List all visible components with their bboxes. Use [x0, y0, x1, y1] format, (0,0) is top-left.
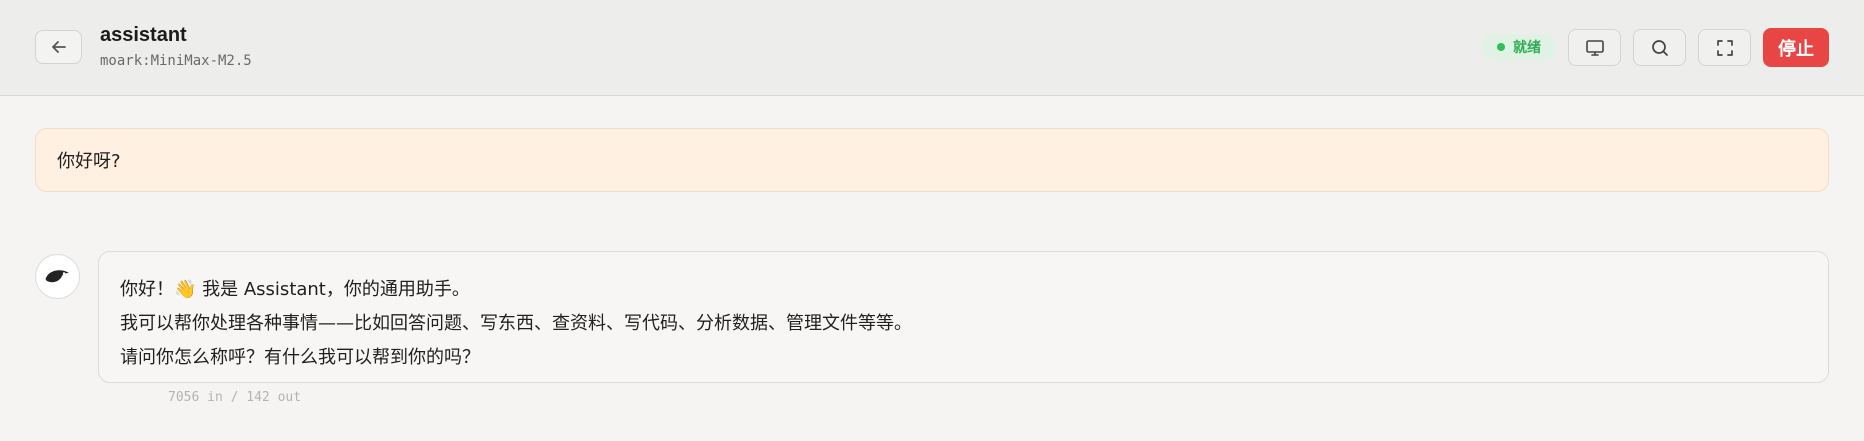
agent-title: assistant: [100, 24, 187, 46]
status-badge: 就绪: [1482, 34, 1556, 60]
status-label: 就绪: [1513, 40, 1541, 56]
search-icon: [1651, 39, 1668, 56]
token-usage: 7056 in / 142 out: [168, 390, 302, 405]
assistant-line-1: 你好！👋 我是 Assistant，你的通用助手。: [120, 273, 1807, 307]
assistant-avatar: [35, 254, 80, 299]
bird-logo-icon: [45, 269, 69, 282]
screen-button[interactable]: [1568, 29, 1621, 66]
waving-hand-icon: 👋: [174, 279, 197, 300]
model-name: moark:MiniMax-M2.5: [100, 53, 252, 69]
search-button[interactable]: [1633, 29, 1686, 66]
assistant-message: 你好！👋 我是 Assistant，你的通用助手。 我可以帮你处理各种事情——比…: [98, 251, 1829, 383]
assistant-line-3: 请问你怎么称呼？有什么我可以帮到你的吗？: [120, 347, 480, 368]
monitor-icon: [1585, 39, 1604, 56]
assistant-line-2: 我可以帮你处理各种事情——比如回答问题、写东西、查资料、写代码、分析数据、管理文…: [120, 313, 912, 334]
user-message-text: 你好呀?: [57, 151, 121, 172]
fullscreen-icon: [1716, 39, 1733, 56]
chat-header: assistant moark:MiniMax-M2.5 就绪 停止: [0, 0, 1864, 96]
arrow-left-icon: [51, 41, 66, 53]
stop-button[interactable]: 停止: [1763, 28, 1829, 67]
status-dot-icon: [1497, 43, 1505, 51]
intro-text: 我是 Assistant，你的通用助手。: [196, 279, 470, 300]
user-message: 你好呀?: [35, 128, 1829, 192]
back-button[interactable]: [35, 30, 82, 64]
fullscreen-button[interactable]: [1698, 29, 1751, 66]
greeting-text: 你好！: [120, 279, 174, 300]
